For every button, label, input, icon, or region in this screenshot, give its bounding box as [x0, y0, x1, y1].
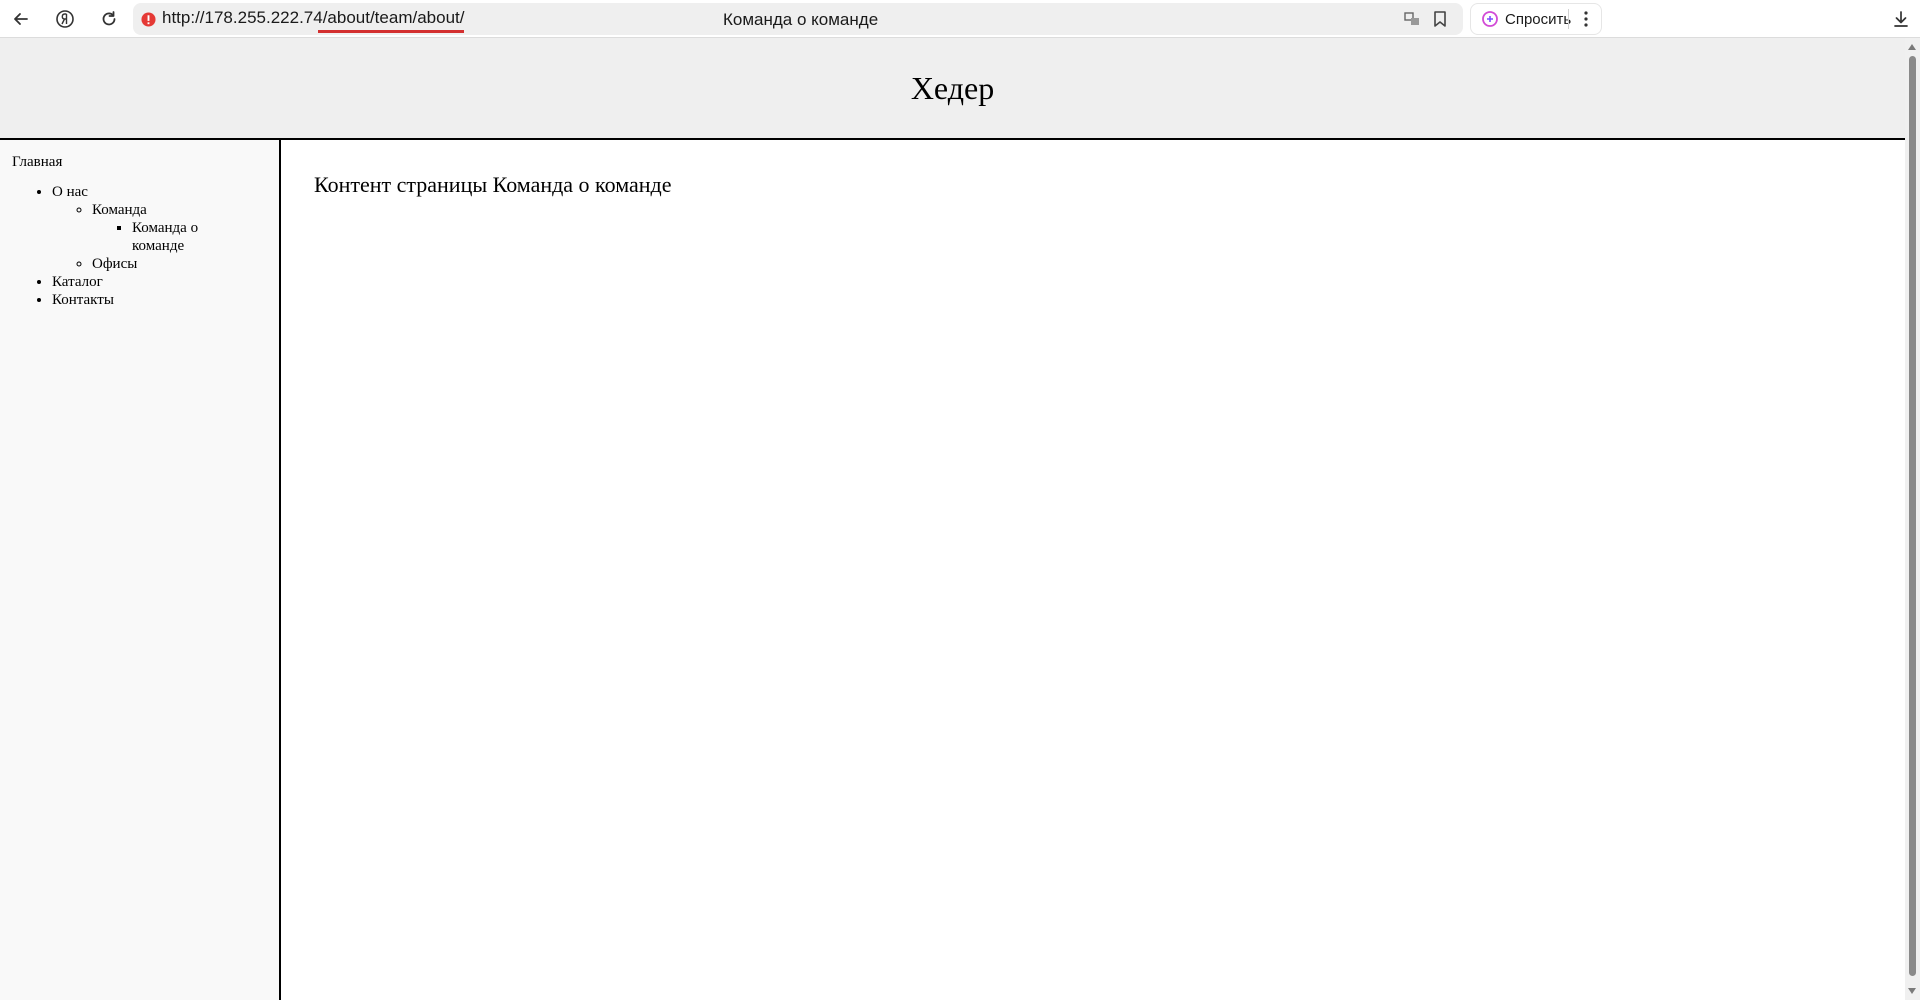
- not-secure-warning-icon[interactable]: [141, 12, 156, 27]
- page-scrollbar[interactable]: [1905, 38, 1920, 1000]
- header-title: Хедер: [910, 69, 995, 106]
- nav-item-offices: Офисы: [92, 255, 267, 273]
- downloads-button[interactable]: [1886, 4, 1916, 34]
- nav-item-contacts: Контакты: [52, 291, 267, 309]
- tab-title: Команда о команде: [723, 10, 879, 29]
- nav-sublist-about: Команда Команда о команде Офисы: [52, 201, 267, 273]
- ask-button-label: Спросить: [1505, 10, 1572, 28]
- ask-ai-icon: [1482, 11, 1498, 27]
- nav-list: О нас Команда Команда о команде Офисы: [12, 183, 267, 309]
- reload-button[interactable]: [94, 4, 124, 34]
- nav-sublist-team: Команда о команде: [92, 219, 212, 255]
- site-header: Хедер: [0, 38, 1905, 140]
- kebab-menu-icon: [1584, 11, 1588, 27]
- yandex-logo-icon: [56, 10, 74, 28]
- download-icon: [1894, 11, 1908, 27]
- nav-item-team: Команда Команда о команде: [92, 201, 267, 255]
- nav-link-home[interactable]: Главная: [12, 154, 267, 171]
- url-text[interactable]: http://178.255.222.74/about/team/about/: [162, 8, 464, 28]
- sidebar-nav: Главная О нас Команда Команда о команде …: [0, 140, 281, 1000]
- back-button[interactable]: [6, 4, 36, 34]
- reload-icon: [102, 11, 116, 26]
- toolbar-divider: [1568, 9, 1569, 29]
- translate-icon[interactable]: [1403, 10, 1421, 28]
- nav-link-team[interactable]: Команда: [92, 202, 147, 218]
- main-content: Контент страницы Команда о команде: [283, 140, 1905, 1000]
- browser-toolbar: http://178.255.222.74/about/team/about/ …: [0, 0, 1920, 38]
- scroll-up-arrow-icon[interactable]: [1908, 44, 1916, 50]
- yandex-home-button[interactable]: [50, 4, 80, 34]
- scroll-down-arrow-icon[interactable]: [1908, 988, 1916, 994]
- nav-item-catalog: Каталог: [52, 273, 267, 291]
- bookmark-icon[interactable]: [1431, 10, 1449, 28]
- nav-item-about: О нас Команда Команда о команде Офисы: [52, 183, 267, 273]
- arrow-left-icon: [14, 13, 28, 25]
- nav-link-offices[interactable]: Офисы: [92, 256, 137, 272]
- nav-item-team-about: Команда о команде: [132, 219, 212, 255]
- address-bar[interactable]: http://178.255.222.74/about/team/about/ …: [133, 3, 1463, 35]
- nav-link-team-about[interactable]: Команда о команде: [132, 220, 198, 254]
- scrollbar-thumb[interactable]: [1909, 56, 1916, 976]
- nav-link-about[interactable]: О нас: [52, 184, 88, 200]
- browser-menu-button[interactable]: [1574, 4, 1598, 34]
- nav-link-contacts[interactable]: Контакты: [52, 292, 114, 308]
- nav-link-catalog[interactable]: Каталог: [52, 274, 103, 290]
- url-highlight-underline: [318, 30, 464, 33]
- content-text: Контент страницы Команда о команде: [314, 172, 672, 197]
- page-viewport: Хедер Главная О нас Команда Команда о ко…: [0, 38, 1905, 1000]
